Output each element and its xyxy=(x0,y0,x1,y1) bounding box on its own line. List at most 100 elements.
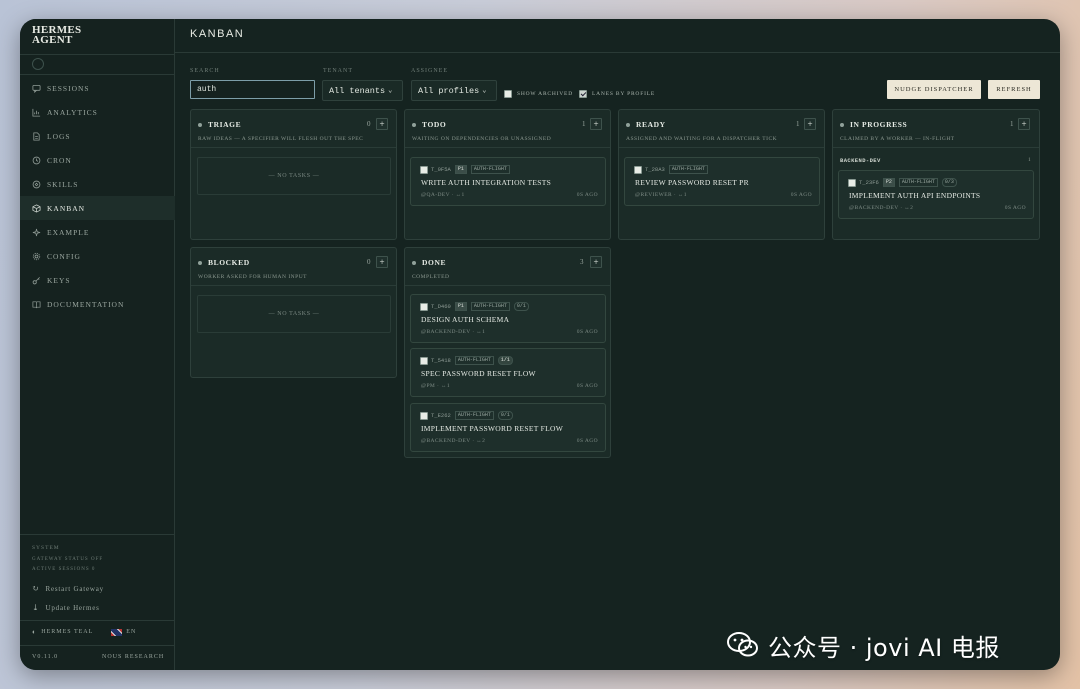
column-title: BLOCKED xyxy=(208,258,250,267)
card-age: 0S AGO xyxy=(1004,205,1026,211)
lanes-by-profile-toggle[interactable]: LANES BY PROFILE xyxy=(579,90,655,98)
lanes-by-profile-checkbox[interactable] xyxy=(579,90,587,98)
theme-switcher[interactable]: ◐ HERMES TEAL EN xyxy=(32,628,136,636)
card-checkbox[interactable] xyxy=(420,302,428,311)
column-done: DONE 3 + COMPLETED T_D460 P1 AUTH-FLIGHT 0/… xyxy=(404,247,611,458)
show-archived-checkbox[interactable] xyxy=(504,90,512,98)
column-header: IN PROGRESS xyxy=(840,120,907,129)
sidebar-item-documentation[interactable]: DOCUMENTATION xyxy=(20,292,175,316)
task-card[interactable]: T_23F6 P2 AUTH-FLIGHT 0/3 IMPLEMENT AUTH AP… xyxy=(838,170,1034,219)
card-assignee: @BACKEND-DEV · ↔2 xyxy=(849,205,914,211)
sidebar-item-label: EXAMPLE xyxy=(47,227,90,237)
tenant-value: All tenants xyxy=(329,85,386,96)
assignee-value: All profiles xyxy=(418,85,480,96)
add-task-button[interactable]: + xyxy=(590,256,602,268)
card-checkbox[interactable] xyxy=(848,178,856,187)
flag-icon[interactable] xyxy=(111,628,123,636)
language-label[interactable]: EN xyxy=(126,629,136,635)
divider xyxy=(619,147,824,148)
card-title: WRITE AUTH INTEGRATION TESTS xyxy=(421,178,552,187)
status-dot xyxy=(840,122,844,127)
task-card[interactable]: T_28A3 AUTH-FLIGHT REVIEW PASSWORD RESET … xyxy=(624,157,820,206)
card-id-row: T_23F6 P2 AUTH-FLIGHT 0/3 xyxy=(848,178,957,187)
divider xyxy=(405,147,610,148)
card-checkbox[interactable] xyxy=(420,411,428,420)
card-assignee: @PM · ↔1 xyxy=(421,383,451,389)
add-task-button[interactable]: + xyxy=(1018,118,1030,130)
card-checkbox[interactable] xyxy=(420,356,428,365)
add-task-button[interactable]: + xyxy=(804,118,816,130)
column-title: DONE xyxy=(422,258,447,267)
column-count: 1 xyxy=(1010,120,1014,128)
file-icon xyxy=(32,131,43,141)
sidebar-item-label: SESSIONS xyxy=(47,83,90,93)
sidebar-item-cron[interactable]: CRON xyxy=(20,148,175,172)
card-assignee: @BACKEND-DEV · ↔1 xyxy=(421,329,486,335)
restart-gateway-button[interactable]: ↻ Restart Gateway xyxy=(32,584,104,593)
task-id: T_23F6 xyxy=(859,179,879,186)
card-checkbox[interactable] xyxy=(634,165,642,174)
priority-badge: P1 xyxy=(454,165,467,174)
update-hermes-button[interactable]: ⤓ Update Hermes xyxy=(32,603,100,612)
search-input[interactable] xyxy=(190,80,315,99)
card-assignee: @BACKEND-DEV · ↔2 xyxy=(421,438,486,444)
sidebar-nav: SESSIONS ANALYTICS LOGS CRON SKILLS KANB… xyxy=(20,76,175,316)
chart-icon xyxy=(32,108,43,117)
sidebar-item-label: LOGS xyxy=(47,131,71,141)
card-assignee: @QA-DEV · ↔1 xyxy=(421,192,465,198)
card-age: 0S AGO xyxy=(576,383,598,389)
app-window: HERMES AGENT SESSIONS ANALYTICS LOGS CRO… xyxy=(20,19,1060,670)
tag-badge: AUTH-FLIGHT xyxy=(668,165,708,174)
task-id: T_28A3 xyxy=(645,166,665,173)
task-card[interactable]: T_5418 AUTH-FLIGHT 1/1 SPEC PASSWORD RESET… xyxy=(410,348,606,397)
brand-logo[interactable]: HERMES AGENT xyxy=(32,25,81,46)
palette-icon: ◐ xyxy=(32,628,38,636)
column-description: RAW IDEAS — A SPECIFIER WILL FLESH OUT T… xyxy=(198,136,364,142)
card-title: DESIGN AUTH SCHEMA xyxy=(421,315,510,324)
divider xyxy=(20,620,175,621)
sidebar-item-logs[interactable]: LOGS xyxy=(20,124,175,148)
column-header: READY xyxy=(626,120,666,129)
chevron-down-icon: ⌄ xyxy=(482,87,487,95)
search-label: SEARCH xyxy=(190,68,220,74)
sidebar-item-analytics[interactable]: ANALYTICS xyxy=(20,100,175,124)
card-id-row: T_0F5A P1 AUTH-FLIGHT xyxy=(420,165,510,174)
card-checkbox[interactable] xyxy=(420,165,428,174)
nudge-dispatcher-button[interactable]: NUDGE DISPATCHER xyxy=(887,80,981,99)
watermark-text: 公众号 · jovi AI 电报 xyxy=(768,633,1000,662)
theme-label: HERMES TEAL xyxy=(41,629,94,635)
sidebar-item-sessions[interactable]: SESSIONS xyxy=(20,76,175,100)
sidebar-item-label: CONFIG xyxy=(47,251,81,261)
sidebar-item-skills[interactable]: SKILLS xyxy=(20,172,175,196)
card-id-row: T_5418 AUTH-FLIGHT 1/1 xyxy=(420,356,513,365)
book-icon xyxy=(32,300,43,309)
card-title: SPEC PASSWORD RESET FLOW xyxy=(421,369,536,378)
column-todo: TODO 1 + WAITING ON DEPENDENCIES OR UNAS… xyxy=(404,109,611,240)
task-id: T_0F5A xyxy=(431,166,451,173)
progress-badge: 0/1 xyxy=(513,302,529,311)
card-age: 0S AGO xyxy=(576,192,598,198)
task-card[interactable]: T_0F5A P1 AUTH-FLIGHT WRITE AUTH INTEGRATI… xyxy=(410,157,606,206)
sidebar-item-kanban[interactable]: KANBAN xyxy=(20,196,175,220)
add-task-button[interactable]: + xyxy=(376,118,388,130)
task-card[interactable]: T_E262 AUTH-FLIGHT 0/1 IMPLEMENT PASSWORD … xyxy=(410,403,606,452)
sidebar-item-label: DOCUMENTATION xyxy=(47,299,125,309)
add-task-button[interactable]: + xyxy=(376,256,388,268)
refresh-icon: ↻ xyxy=(32,584,40,593)
task-card[interactable]: T_D460 P1 AUTH-FLIGHT 0/1 DESIGN AUTH SCHEM… xyxy=(410,294,606,343)
show-archived-toggle[interactable]: SHOW ARCHIVED xyxy=(504,90,573,98)
sidebar-item-label: SKILLS xyxy=(47,179,79,189)
key-icon xyxy=(32,276,43,285)
add-task-button[interactable]: + xyxy=(590,118,602,130)
sidebar-item-config[interactable]: CONFIG xyxy=(20,244,175,268)
assignee-select[interactable]: All profiles ⌄ xyxy=(411,80,497,101)
refresh-button[interactable]: REFRESH xyxy=(988,80,1040,99)
active-sessions: ACTIVE SESSIONS 0 xyxy=(32,567,96,572)
sidebar-item-keys[interactable]: KEYS xyxy=(20,268,175,292)
card-title: IMPLEMENT AUTH API ENDPOINTS xyxy=(849,191,981,200)
card-age: 0S AGO xyxy=(790,192,812,198)
tenant-select[interactable]: All tenants ⌄ xyxy=(322,80,403,101)
task-id: T_E262 xyxy=(431,412,451,419)
column-title: READY xyxy=(636,120,666,129)
sidebar-item-example[interactable]: EXAMPLE xyxy=(20,220,175,244)
